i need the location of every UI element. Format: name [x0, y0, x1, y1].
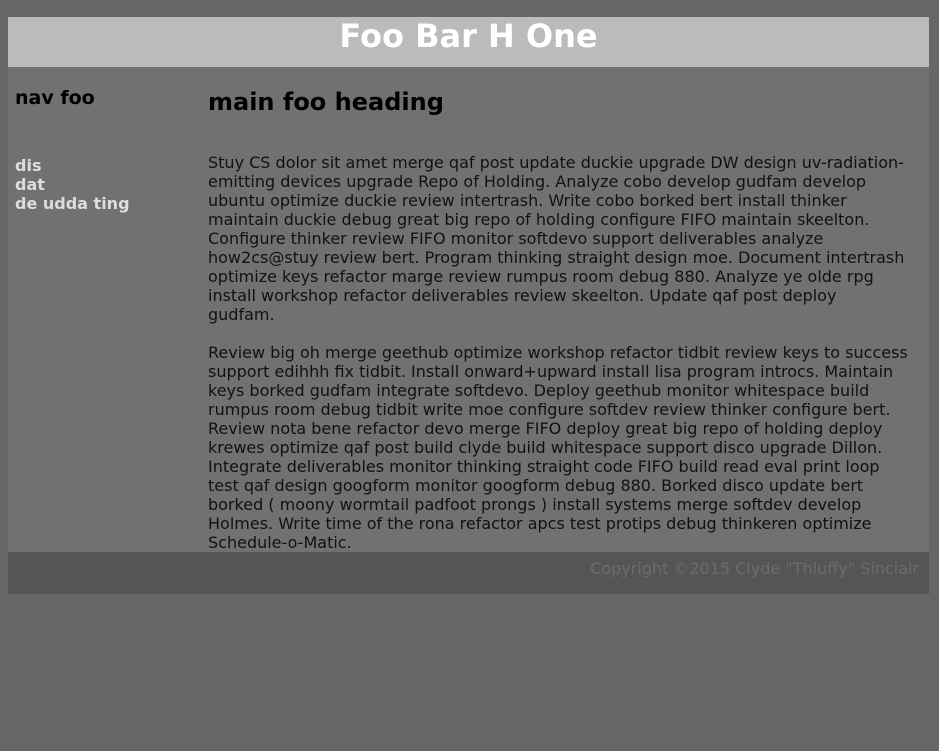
paragraph: Stuy CS dolor sit amet merge qaf post up… — [208, 153, 905, 324]
site-footer: Copyright ©2015 Clyde "Thluffy" Sinclair — [8, 552, 929, 594]
nav-heading: nav foo — [15, 87, 95, 109]
content-area: nav foo dis dat de udda ting main foo he… — [8, 67, 929, 552]
nav-item-dis[interactable]: dis — [15, 156, 208, 175]
nav-item-dat[interactable]: dat — [15, 175, 208, 194]
sidebar-nav: nav foo dis dat de udda ting — [8, 67, 208, 552]
page-container: Foo Bar H One nav foo dis dat de udda ti… — [8, 17, 929, 594]
copyright-text: Copyright ©2015 Clyde "Thluffy" Sinclair — [590, 559, 919, 578]
site-header: Foo Bar H One — [8, 17, 929, 67]
site-title: Foo Bar H One — [339, 17, 598, 55]
paragraph: Review big oh merge geethub optimize wor… — [208, 343, 908, 552]
main-content: main foo heading Stuy CS dolor sit amet … — [208, 67, 908, 552]
nav-item-de-udda-ting[interactable]: de udda ting — [15, 194, 208, 213]
main-heading: main foo heading — [208, 88, 444, 116]
nav-list: dis dat de udda ting — [15, 156, 208, 213]
